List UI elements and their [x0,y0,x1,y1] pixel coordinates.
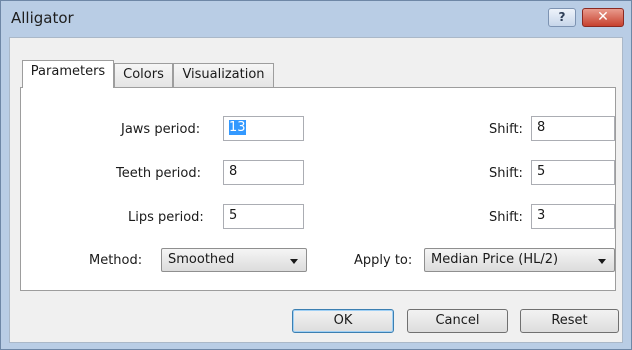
teeth-shift-input[interactable]: 5 [531,160,615,185]
apply-to-select[interactable]: Median Price (HL/2) [424,248,615,272]
window-title: Alligator [11,9,74,27]
lips-period-label: Lips period: [128,210,204,225]
help-icon: ? [558,10,566,24]
reset-button[interactable]: Reset [520,309,619,333]
parameters-panel: Jaws period: 13 Shift: 8 Teeth period: 8… [20,87,616,291]
dialog-client-area: Parameters Colors Visualization Jaws per… [9,37,623,343]
lips-shift-input[interactable]: 3 [531,204,615,229]
teeth-period-label: Teeth period: [116,166,201,181]
jaws-shift-label: Shift: [489,122,523,137]
jaws-period-label: Jaws period: [121,122,201,137]
chevron-down-icon [598,259,606,264]
teeth-period-input[interactable]: 8 [223,160,304,185]
tab-colors[interactable]: Colors [114,63,173,87]
close-icon: ✕ [597,9,609,25]
jaws-shift-input[interactable]: 8 [531,116,615,141]
method-selected-value: Smoothed [168,252,235,267]
jaws-period-value: 13 [229,120,246,135]
tab-parameters[interactable]: Parameters [22,60,114,88]
jaws-period-input[interactable]: 13 [223,116,304,141]
lips-shift-label: Shift: [489,210,523,225]
apply-to-label: Apply to: [354,253,413,268]
apply-to-selected-value: Median Price (HL/2) [431,252,559,267]
help-button[interactable]: ? [548,8,576,27]
close-button[interactable]: ✕ [582,8,624,27]
cancel-button[interactable]: Cancel [407,309,508,333]
alligator-dialog: Alligator ? ✕ Parameters Colors Visualiz… [0,0,632,350]
lips-period-input[interactable]: 5 [223,204,304,229]
teeth-shift-label: Shift: [489,166,523,181]
ok-button[interactable]: OK [292,309,394,333]
method-select[interactable]: Smoothed [161,248,307,272]
tab-visualization[interactable]: Visualization [173,63,274,87]
method-label: Method: [89,253,143,268]
title-bar[interactable]: Alligator ? ✕ [1,1,631,37]
chevron-down-icon [290,259,298,264]
